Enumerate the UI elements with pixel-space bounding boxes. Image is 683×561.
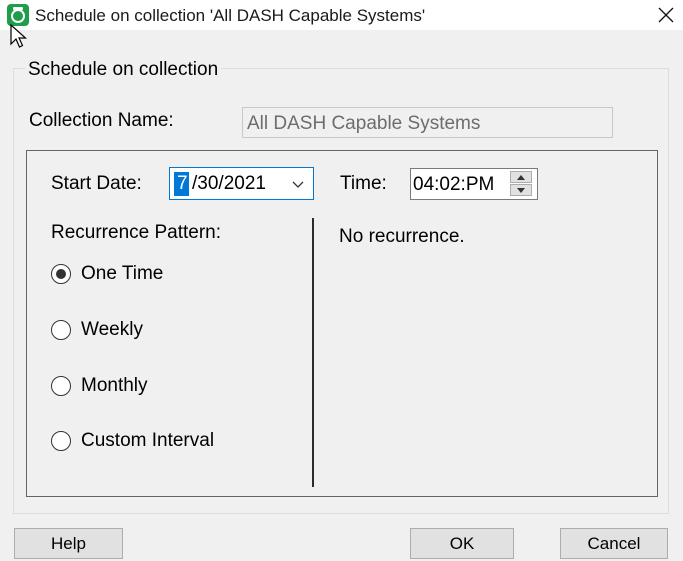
mouse-cursor-icon bbox=[10, 24, 28, 48]
radio-button[interactable] bbox=[51, 320, 71, 340]
radio-label: Monthly bbox=[81, 375, 148, 396]
divider bbox=[312, 218, 314, 487]
start-date-picker[interactable]: 7 /30/2021 bbox=[169, 167, 314, 200]
close-icon bbox=[658, 7, 673, 23]
time-value: 04:02:PM bbox=[413, 174, 495, 195]
radio-label: One Time bbox=[81, 263, 164, 284]
radio-button[interactable] bbox=[51, 376, 71, 396]
collection-name-field: All DASH Capable Systems bbox=[242, 107, 613, 138]
help-button[interactable]: Help bbox=[14, 528, 123, 559]
collection-name-label: Collection Name: bbox=[29, 110, 174, 131]
schedule-group-label: Schedule on collection bbox=[25, 59, 222, 81]
recurrence-summary: No recurrence. bbox=[339, 226, 465, 247]
radio-button-checked[interactable] bbox=[51, 264, 71, 284]
arrow-up-icon bbox=[517, 174, 525, 180]
start-date-rest: /30/2021 bbox=[192, 173, 266, 194]
time-label: Time: bbox=[340, 173, 387, 194]
time-spinner[interactable] bbox=[510, 171, 534, 197]
time-up-button[interactable] bbox=[510, 171, 532, 183]
ok-button[interactable]: OK bbox=[410, 528, 514, 559]
arrow-down-icon bbox=[517, 187, 525, 193]
cancel-button[interactable]: Cancel bbox=[560, 528, 668, 559]
start-date-month-selected: 7 bbox=[174, 172, 189, 196]
radio-label: Weekly bbox=[81, 319, 143, 340]
radio-button[interactable] bbox=[51, 431, 71, 451]
close-button[interactable] bbox=[648, 0, 683, 30]
window-title: Schedule on collection 'All DASH Capable… bbox=[35, 6, 426, 25]
start-date-label: Start Date: bbox=[51, 173, 142, 194]
radio-label: Custom Interval bbox=[81, 430, 215, 451]
time-down-button[interactable] bbox=[510, 184, 532, 196]
time-picker[interactable]: 04:02:PM bbox=[410, 168, 538, 200]
title-bar: Schedule on collection 'All DASH Capable… bbox=[0, 0, 683, 30]
app-icon bbox=[7, 4, 29, 26]
chevron-down-icon[interactable] bbox=[291, 177, 305, 191]
recurrence-pattern-label: Recurrence Pattern: bbox=[51, 222, 222, 243]
